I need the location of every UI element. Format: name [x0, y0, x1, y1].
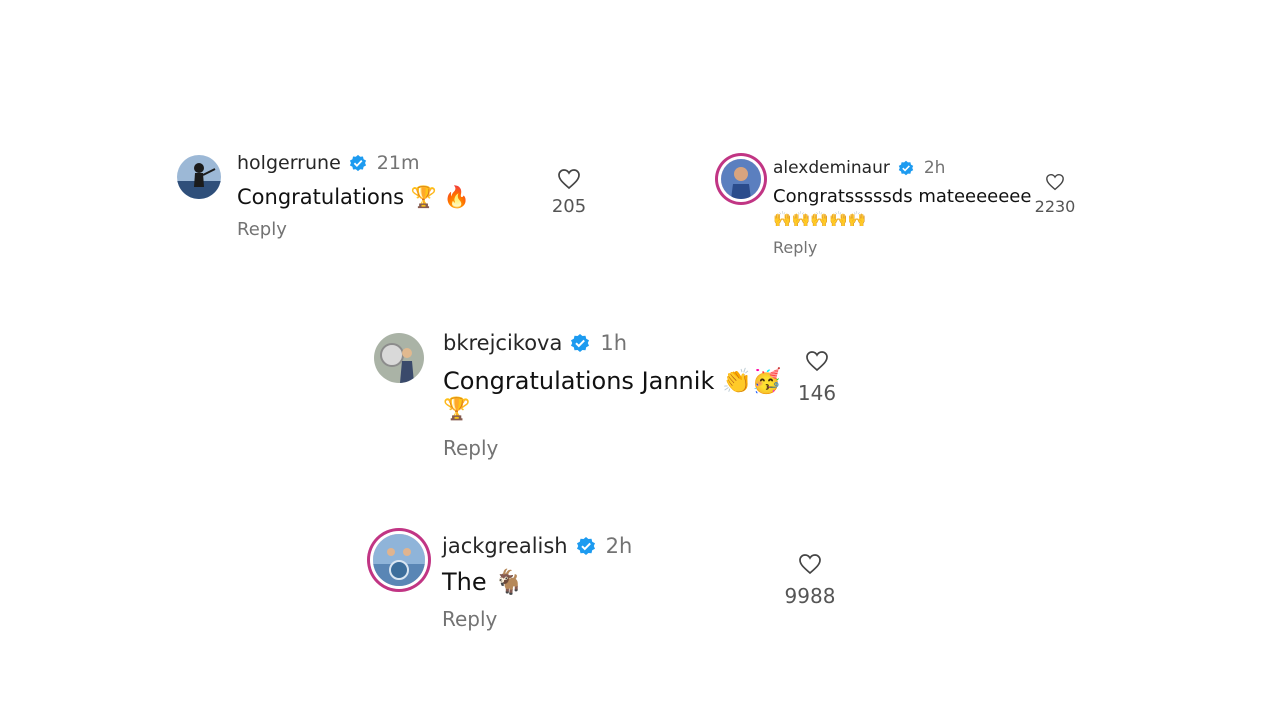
timestamp: 21m [376, 152, 420, 174]
avatar-image [721, 159, 761, 199]
like-button[interactable]: 146 [792, 350, 842, 405]
avatar-image [374, 333, 424, 383]
comment-card: holgerrune 21m Congratulations 🏆 🔥 Reply… [155, 135, 605, 263]
comment-card: alexdeminaur 2h Congratsssssds mateeeeee… [703, 143, 1088, 268]
like-count: 146 [797, 381, 837, 405]
heart-icon [558, 169, 580, 190]
like-button[interactable]: 205 [547, 168, 591, 217]
reply-button[interactable]: Reply [442, 607, 497, 631]
verified-badge-icon [898, 160, 914, 176]
reply-button[interactable]: Reply [773, 238, 817, 257]
comment-text: Congratulations 🏆 🔥 [237, 185, 470, 209]
comment-text: Congratsssssds mateeeeeee [773, 186, 1032, 207]
like-count: 9988 [784, 584, 836, 608]
verified-badge-icon [570, 333, 590, 353]
comment-card: bkrejcikova 1h Congratulations Jannik 👏🥳… [352, 315, 857, 473]
comment-text: The 🐐 [442, 568, 525, 596]
reply-button[interactable]: Reply [237, 219, 287, 240]
timestamp: 2h [605, 534, 633, 558]
verified-badge-icon [576, 536, 596, 556]
comment-text-line2: 🏆 [443, 397, 471, 422]
like-count: 2230 [1034, 197, 1076, 216]
like-count: 205 [551, 196, 587, 217]
like-button[interactable]: 2230 [1033, 173, 1077, 216]
comment-text-line2: 🙌🙌🙌🙌🙌 [773, 210, 867, 228]
heart-icon [806, 351, 828, 372]
username[interactable]: bkrejcikova [443, 331, 562, 355]
heart-icon [1046, 173, 1064, 191]
timestamp: 1h [600, 331, 628, 355]
avatar[interactable] [721, 159, 761, 199]
avatar-image [177, 155, 221, 199]
comment-card: jackgrealish 2h The 🐐 Reply 9988 [352, 518, 850, 646]
username[interactable]: jackgrealish [442, 534, 568, 558]
avatar[interactable] [374, 333, 424, 383]
timestamp: 2h [923, 158, 946, 178]
avatar[interactable] [177, 155, 221, 199]
avatar[interactable] [373, 534, 425, 586]
verified-badge-icon [349, 154, 367, 172]
heart-icon [799, 554, 821, 575]
username[interactable]: holgerrune [237, 152, 341, 174]
avatar-image [373, 534, 425, 586]
username[interactable]: alexdeminaur [773, 158, 890, 178]
comment-text: Congratulations Jannik 👏🥳 [443, 367, 782, 395]
like-button[interactable]: 9988 [784, 553, 836, 608]
reply-button[interactable]: Reply [443, 436, 498, 460]
